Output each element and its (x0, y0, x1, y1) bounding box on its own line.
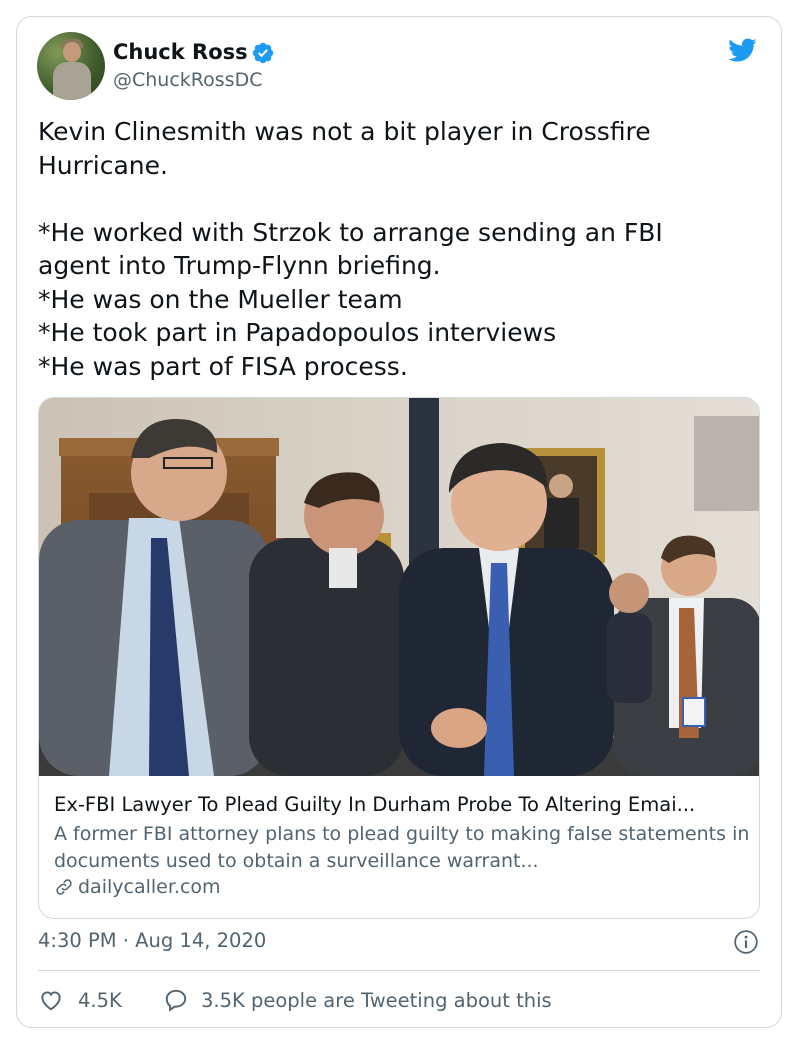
link-domain[interactable]: dailycaller.com (54, 876, 221, 898)
tweet-card: Chuck Ross @ChuckRossDC Kevin Clinesmith… (16, 16, 782, 1028)
link-title[interactable]: Ex-FBI Lawyer To Plead Guilty In Durham … (54, 793, 754, 816)
link-preview-card[interactable]: Ex-FBI Lawyer To Plead Guilty In Durham … (38, 397, 760, 919)
like-button[interactable]: 4.5K (38, 987, 122, 1013)
like-count: 4.5K (78, 988, 122, 1012)
link-description: A former FBI attorney plans to plead gui… (54, 823, 750, 872)
speech-bubble-icon (165, 989, 187, 1012)
tweet-timestamp[interactable]: 4:30 PM · Aug 14, 2020 (38, 929, 266, 952)
divider (38, 970, 760, 971)
info-icon[interactable] (733, 929, 759, 955)
tweet-text: Kevin Clinesmith was not a bit player in… (38, 117, 663, 381)
conversation-count: 3.5K people are Tweeting about this (201, 988, 552, 1012)
author-handle[interactable]: @ChuckRossDC (113, 69, 262, 91)
link-icon (56, 879, 72, 895)
verified-badge-icon (252, 42, 274, 64)
link-domain-text: dailycaller.com (78, 876, 221, 898)
heart-icon (41, 991, 61, 1011)
conversation-link[interactable]: 3.5K people are Tweeting about this (163, 987, 552, 1013)
article-photo[interactable] (39, 398, 760, 776)
twitter-bird-icon[interactable] (725, 35, 759, 65)
avatar[interactable] (37, 32, 105, 100)
author-name[interactable]: Chuck Ross (113, 40, 248, 64)
